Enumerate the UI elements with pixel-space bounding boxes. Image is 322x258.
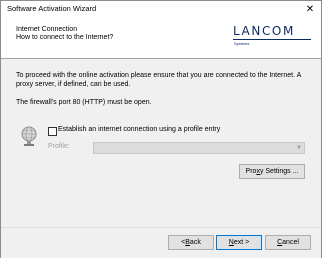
logo-subtext: Systems bbox=[234, 41, 250, 46]
wizard-content: To proceed with the online activation pl… bbox=[1, 59, 321, 227]
cancel-label-post: ancel bbox=[282, 239, 299, 246]
next-label-post: ext > bbox=[233, 239, 250, 246]
logo-text: LANCOM bbox=[233, 24, 295, 38]
profile-label: Profile: bbox=[48, 143, 70, 150]
proxy-label-pre: Pro bbox=[245, 168, 257, 175]
lancom-logo: LANCOM Systems bbox=[233, 24, 313, 48]
proxy-label-post: y Settings ... bbox=[259, 168, 299, 175]
title-bar: Software Activation Wizard ✕ bbox=[1, 1, 321, 17]
globe-icon bbox=[21, 126, 37, 146]
firewall-note: The firewall's port 80 (HTTP) must be op… bbox=[16, 99, 152, 106]
page-title: Internet Connection bbox=[16, 26, 78, 33]
wizard-header: Internet Connection How to connect to th… bbox=[1, 17, 321, 59]
window-title: Software Activation Wizard bbox=[7, 4, 97, 13]
next-button[interactable]: Next > bbox=[216, 235, 262, 250]
wizard-window: Software Activation Wizard ✕ Internet Co… bbox=[0, 0, 322, 258]
proxy-settings-button[interactable]: Pro x y Settings ... bbox=[239, 164, 305, 179]
cancel-button[interactable]: Cancel bbox=[265, 235, 311, 250]
back-button[interactable]: < Back bbox=[168, 235, 214, 250]
chevron-down-icon: ▼ bbox=[296, 145, 302, 151]
close-icon[interactable]: ✕ bbox=[299, 1, 321, 17]
instructions-text: To proceed with the online activation pl… bbox=[16, 72, 301, 88]
page-subtitle: How to connect to the Internet? bbox=[16, 34, 114, 41]
profile-dropdown[interactable]: ▼ bbox=[93, 142, 305, 154]
profile-connection-label[interactable]: Establish an internet connection using a… bbox=[58, 126, 220, 133]
wizard-footer: < Back Next > Cancel bbox=[1, 227, 321, 258]
logo-underline bbox=[233, 39, 311, 40]
profile-connection-checkbox[interactable] bbox=[48, 127, 57, 136]
back-label-post: ack bbox=[189, 239, 201, 246]
